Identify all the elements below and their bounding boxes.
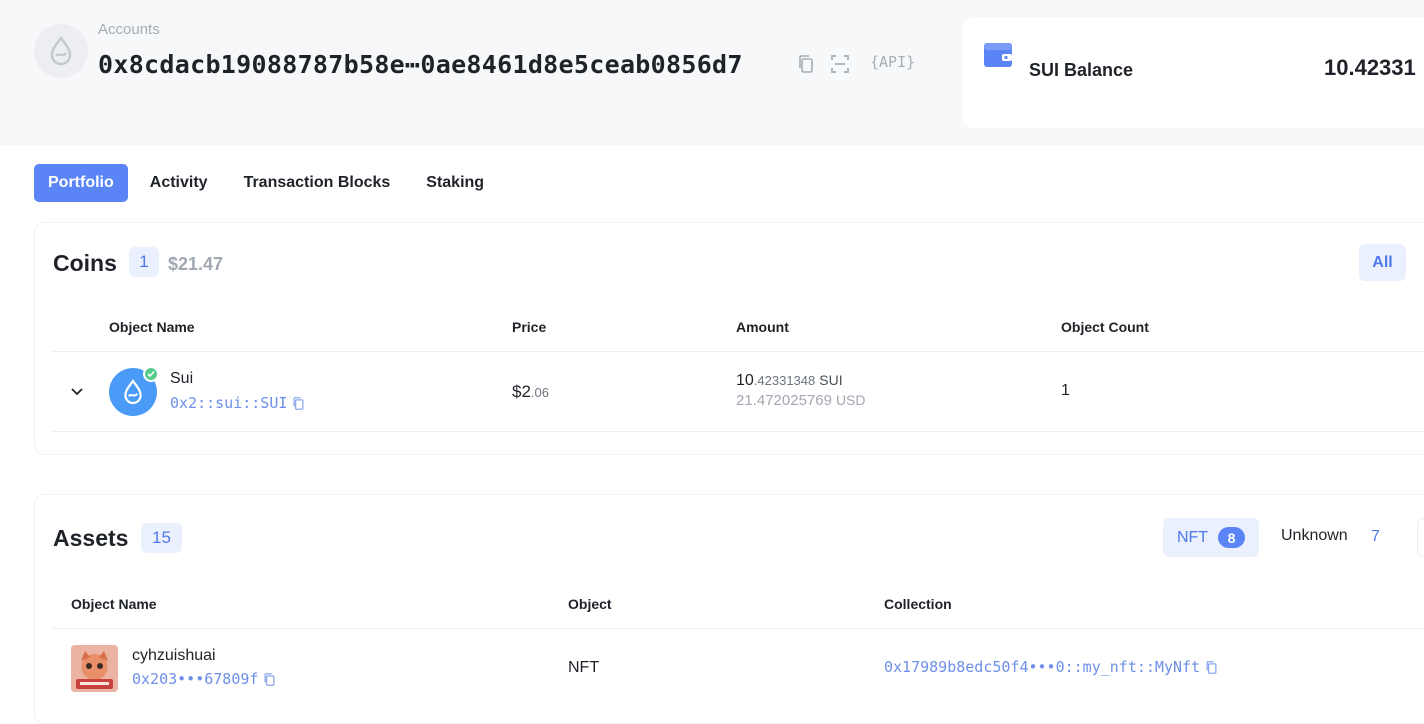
- nft-object-type: NFT: [568, 659, 600, 676]
- qr-scan-icon[interactable]: [829, 53, 851, 75]
- amount-unit: SUI: [819, 372, 843, 388]
- copy-icon[interactable]: [1205, 660, 1218, 675]
- coin-object-count: 1: [1061, 382, 1070, 399]
- divider: [53, 431, 1424, 432]
- usd-unit: USD: [835, 392, 866, 408]
- assets-section: Assets 15 NFT 8 Unknown 7 Object Name Ob…: [34, 494, 1424, 724]
- divider: [53, 628, 1424, 629]
- divider: [53, 351, 1424, 352]
- chevron-down-icon[interactable]: [69, 383, 85, 404]
- column-header-object-name: Object Name: [109, 319, 195, 335]
- coin-usd-value: 21.472025769 USD: [736, 392, 866, 409]
- copy-icon[interactable]: [292, 396, 305, 411]
- nft-name: cyhzuishuai: [132, 647, 216, 664]
- filter-tab-nft[interactable]: NFT 8: [1163, 518, 1259, 557]
- coin-price: $2.06: [512, 382, 549, 402]
- coins-usd-total: $21.47: [168, 254, 224, 274]
- tab-activity[interactable]: Activity: [136, 164, 222, 202]
- sui-logo-icon: [34, 24, 88, 78]
- column-header-amount: Amount: [736, 319, 789, 335]
- sui-balance-card: SUI Balance 10.42331: [962, 17, 1424, 128]
- coins-count-badge: 1: [129, 247, 159, 277]
- amount-decimals: .42331348: [753, 373, 816, 388]
- column-header-object: Object: [568, 596, 612, 612]
- amount-main: 10: [736, 372, 754, 389]
- nft-count-pill: 8: [1218, 527, 1246, 548]
- column-header-collection: Collection: [884, 596, 952, 612]
- coin-name: Sui: [170, 370, 194, 387]
- coin-type-text[interactable]: 0x2::sui::SUI: [170, 394, 287, 412]
- account-address: 0x8cdacb19088787b58e⋯0ae8461d8e5ceab0856…: [98, 50, 743, 79]
- balance-value: 10.42331: [1324, 55, 1416, 80]
- api-button[interactable]: {API}: [870, 53, 915, 71]
- nft-id-text[interactable]: 0x203•••67809f: [132, 670, 258, 688]
- coin-type-link[interactable]: 0x2::sui::SUI: [170, 394, 305, 412]
- coin-amount: 10.42331348 SUI: [736, 372, 843, 390]
- nft-collection-link[interactable]: 0x17989b8edc50f4•••0::my_nft::MyNft: [884, 658, 1218, 676]
- coins-filter-all-button[interactable]: All: [1359, 244, 1406, 281]
- tab-portfolio[interactable]: Portfolio: [34, 164, 128, 202]
- coins-title: Coins: [53, 250, 117, 276]
- assets-title: Assets: [53, 525, 129, 551]
- accounts-label: Accounts: [98, 21, 160, 38]
- coins-section: Coins 1 $21.47 All Object Name Price Amo…: [34, 222, 1424, 455]
- wallet-icon: [982, 39, 1014, 74]
- balance-label: SUI Balance: [1029, 60, 1134, 80]
- tab-transaction-blocks[interactable]: Transaction Blocks: [230, 164, 405, 202]
- assets-count-badge: 15: [141, 523, 182, 553]
- unknown-count: 7: [1371, 528, 1380, 545]
- column-header-object-name: Object Name: [71, 596, 157, 612]
- column-header-price: Price: [512, 319, 547, 335]
- price-decimals: .06: [530, 385, 549, 400]
- nft-id-link[interactable]: 0x203•••67809f: [132, 670, 276, 688]
- verified-check-icon: [143, 366, 159, 382]
- copy-icon[interactable]: [263, 672, 276, 687]
- usd-value: 21.472025769: [736, 392, 832, 409]
- filter-tab-unknown[interactable]: Unknown: [1281, 527, 1348, 545]
- price-main: $2: [512, 382, 531, 401]
- column-header-object-count: Object Count: [1061, 319, 1149, 335]
- copy-icon[interactable]: [795, 53, 817, 75]
- tab-staking[interactable]: Staking: [412, 164, 498, 202]
- nft-collection-text[interactable]: 0x17989b8edc50f4•••0::my_nft::MyNft: [884, 658, 1200, 676]
- portfolio-tabs: Portfolio Activity Transaction Blocks St…: [34, 164, 506, 202]
- nft-tab-label[interactable]: NFT: [1177, 529, 1208, 547]
- filter-tab-more[interactable]: [1417, 518, 1424, 557]
- account-header: Accounts 0x8cdacb19088787b58e⋯0ae8461d8e…: [0, 0, 1424, 145]
- nft-thumbnail[interactable]: [71, 645, 118, 692]
